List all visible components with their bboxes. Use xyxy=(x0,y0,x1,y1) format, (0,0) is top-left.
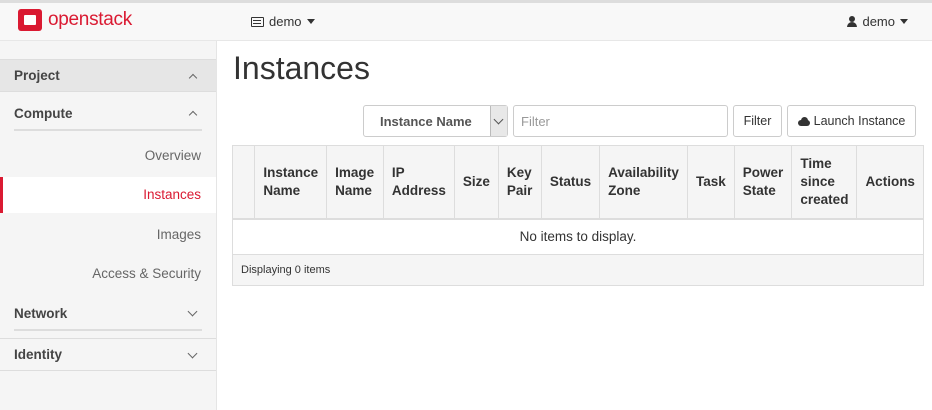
openstack-logo-icon xyxy=(18,9,42,31)
sidebar-item-label: Instances xyxy=(143,187,201,202)
column-header[interactable]: Time since created xyxy=(791,145,858,220)
column-header[interactable]: Key Pair xyxy=(498,145,542,220)
sidebar-section-network[interactable]: Network xyxy=(0,297,216,330)
sidebar: Project Compute Overview Instances Image… xyxy=(0,41,217,410)
column-header[interactable]: Power State xyxy=(734,145,793,220)
caret-down-icon xyxy=(900,19,908,24)
sidebar-section-identity[interactable]: Identity xyxy=(0,338,216,371)
column-header[interactable]: Image Name xyxy=(326,145,384,220)
launch-instance-button[interactable]: Launch Instance xyxy=(787,105,916,137)
caret-down-icon xyxy=(306,19,315,24)
filter-field-select[interactable]: Instance Name xyxy=(363,105,508,137)
brand-name: openstack xyxy=(48,9,132,30)
instances-table: Instance Name Image Name IP Address Size Key Pai… xyxy=(232,145,924,286)
column-header-label: Power xyxy=(742,164,784,180)
column-header[interactable]: Availability Zone xyxy=(599,145,688,220)
column-header-label: Size xyxy=(462,173,490,189)
filter-input[interactable] xyxy=(513,105,728,137)
sidebar-section-project[interactable]: Project xyxy=(0,59,216,92)
sidebar-item-label: Access & Security xyxy=(92,266,201,281)
sidebar-item-overview[interactable]: Overview xyxy=(0,138,216,174)
column-header-label: Address xyxy=(391,182,446,198)
sidebar-section-label: Compute xyxy=(14,106,73,121)
table-footer: Displaying 0 items xyxy=(232,254,924,286)
column-header[interactable]: Size xyxy=(454,145,499,220)
column-header-label: Key xyxy=(506,164,532,180)
sidebar-item-label: Overview xyxy=(144,148,201,163)
chevron-up-icon xyxy=(188,73,198,83)
project-name: demo xyxy=(269,14,302,29)
filter-field-value: Instance Name xyxy=(380,114,472,129)
column-header-label: Name xyxy=(263,182,301,198)
column-header-label: Instance xyxy=(263,164,319,180)
sidebar-item-instances[interactable]: Instances xyxy=(0,177,216,213)
user-name: demo xyxy=(862,14,895,29)
column-header-label: since xyxy=(800,173,835,189)
user-icon xyxy=(847,16,858,27)
column-header[interactable]: Task xyxy=(687,145,735,220)
sidebar-item-label: Images xyxy=(156,227,201,242)
filter-button-label: Filter xyxy=(743,114,772,128)
sidebar-item-access-security[interactable]: Access & Security xyxy=(0,256,216,292)
sidebar-section-label: Project xyxy=(14,68,60,83)
column-header[interactable]: Status xyxy=(541,145,601,220)
page-title: Instances xyxy=(233,50,370,86)
column-header-label: Availability xyxy=(608,164,679,180)
column-header-label: State xyxy=(742,182,776,198)
cloud-upload-icon xyxy=(797,116,810,126)
sidebar-item-images[interactable]: Images xyxy=(0,217,216,253)
column-header-label: created xyxy=(800,191,849,207)
chevron-down-icon xyxy=(187,348,198,359)
sidebar-section-label: Identity xyxy=(14,347,63,362)
column-header-label: IP xyxy=(391,164,405,180)
top-navbar: openstack demo demo xyxy=(0,0,932,41)
chevron-down-icon[interactable] xyxy=(490,106,507,136)
filter-button[interactable]: Filter xyxy=(733,105,782,137)
column-header-label: Name xyxy=(335,182,372,198)
column-header-label: Task xyxy=(695,173,726,189)
column-header-label: Pair xyxy=(506,182,533,198)
column-header-label: Zone xyxy=(608,182,641,198)
select-all-column[interactable] xyxy=(232,145,256,220)
table-footer-row: Displaying 0 items xyxy=(232,254,924,286)
chevron-up-icon xyxy=(188,110,198,120)
table-empty-row: No items to display. xyxy=(232,218,924,255)
openstack-logo[interactable]: openstack xyxy=(18,9,132,31)
sidebar-section-compute[interactable]: Compute xyxy=(0,97,216,130)
sidebar-section-label: Network xyxy=(14,306,68,321)
column-header[interactable]: Instance Name xyxy=(254,145,328,220)
column-header[interactable]: Actions xyxy=(856,145,924,220)
column-header[interactable]: IP Address xyxy=(383,145,455,220)
empty-message: No items to display. xyxy=(232,218,924,255)
column-header-label: Image xyxy=(335,164,375,180)
user-menu[interactable]: demo xyxy=(847,14,908,29)
column-header-label: Time xyxy=(800,155,832,171)
column-header-label: Status xyxy=(549,173,592,189)
project-selector[interactable]: demo xyxy=(251,14,315,29)
launch-instance-label: Launch Instance xyxy=(813,114,906,128)
divider xyxy=(14,329,202,331)
table-header-row: Instance Name Image Name IP Address Size Key Pai… xyxy=(232,145,924,220)
project-icon xyxy=(251,16,264,27)
divider xyxy=(14,129,202,131)
column-header-label: Actions xyxy=(865,173,915,189)
chevron-down-icon xyxy=(187,306,198,317)
